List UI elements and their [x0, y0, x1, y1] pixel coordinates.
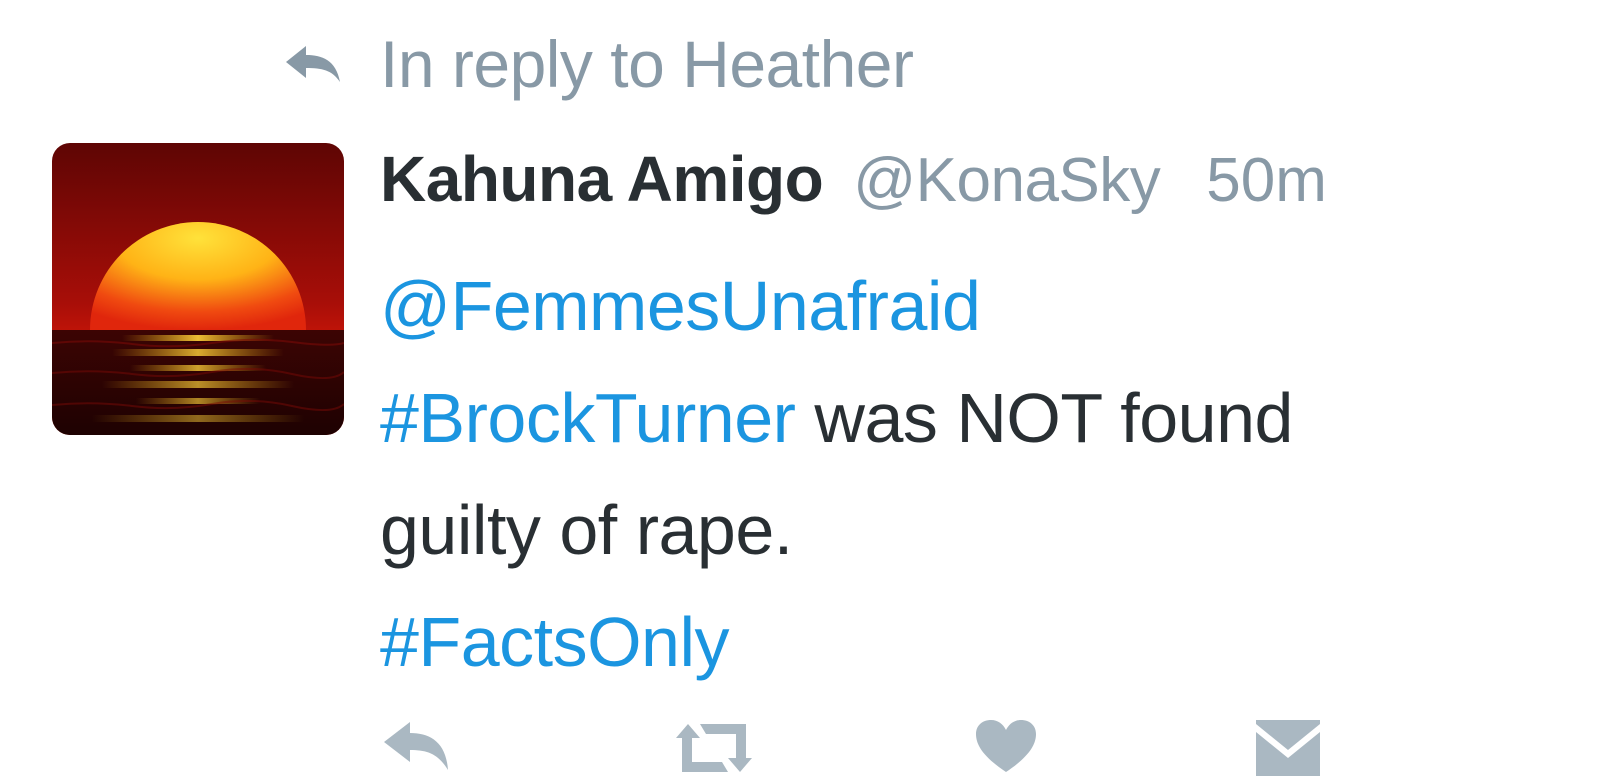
- tweet-text: guilty of rape.: [380, 491, 793, 569]
- timestamp[interactable]: 50m: [1206, 145, 1327, 216]
- heart-icon: [976, 720, 1036, 772]
- tweet-body: @FemmesUnafraid #BrockTurner was NOT fou…: [380, 250, 1580, 698]
- hashtag-link[interactable]: #FactsOnly: [380, 603, 730, 681]
- tweet-text: was NOT found: [795, 379, 1293, 457]
- reply-context[interactable]: In reply to Heather: [286, 24, 914, 104]
- hashtag-link[interactable]: #BrockTurner: [380, 379, 796, 457]
- envelope-icon: [1256, 720, 1320, 776]
- like-button[interactable]: [976, 720, 1036, 774]
- retweet-button[interactable]: [672, 720, 756, 776]
- user-handle[interactable]: @KonaSky: [853, 145, 1161, 216]
- tweet-header: Kahuna Amigo @KonaSky 50m: [380, 142, 1580, 224]
- avatar[interactable]: [52, 143, 344, 435]
- reply-context-text: In reply to Heather: [380, 27, 914, 101]
- display-name[interactable]: Kahuna Amigo: [380, 142, 824, 216]
- mention-link[interactable]: @FemmesUnafraid: [380, 267, 981, 345]
- reply-icon: [384, 722, 448, 770]
- tweet: Kahuna Amigo @KonaSky 50m @FemmesUnafrai…: [380, 142, 1580, 698]
- retweet-icon: [676, 724, 752, 772]
- tweet-actions: [380, 712, 1380, 783]
- reply-button[interactable]: [384, 720, 450, 772]
- sunset-avatar: [52, 143, 344, 435]
- reply-arrow-icon: [286, 44, 342, 84]
- direct-message-button[interactable]: [1256, 720, 1320, 776]
